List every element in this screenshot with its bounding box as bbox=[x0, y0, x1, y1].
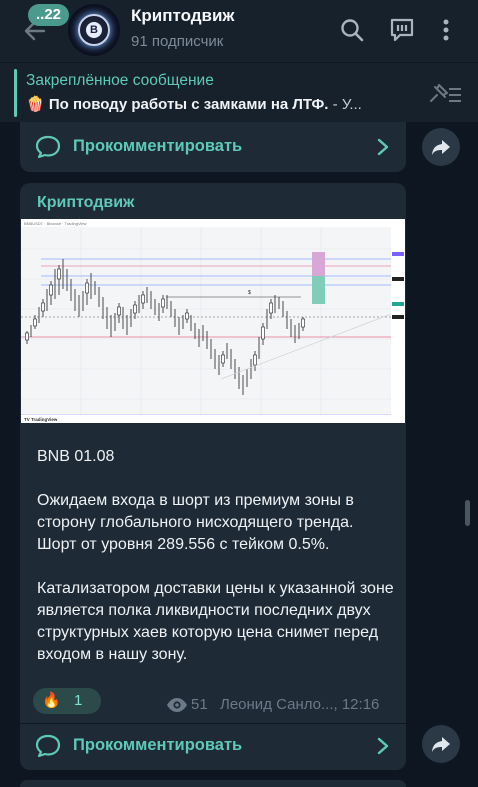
comment-bubble-icon bbox=[35, 734, 61, 758]
post-paragraph-3: Катализатором доставки цены к указанной … bbox=[37, 580, 394, 663]
popcorn-emoji: 🍿 bbox=[26, 96, 45, 113]
pinned-text-bold: По поводу работы с замками на ЛТФ. bbox=[48, 96, 329, 113]
svg-text:BNBUSDT · Binance · TradingVie: BNBUSDT · Binance · TradingView bbox=[24, 221, 87, 226]
trading-chart-image[interactable]: BNBUSDT · Binance · TradingView $ TV Tra… bbox=[21, 219, 405, 423]
view-count: 51 bbox=[191, 696, 208, 713]
fire-reaction[interactable]: 🔥 1 bbox=[33, 688, 101, 714]
views-eye-icon bbox=[167, 698, 187, 712]
channel-avatar[interactable]: B bbox=[68, 4, 120, 56]
fire-emoji: 🔥 bbox=[42, 692, 61, 709]
avatar-letter: B bbox=[86, 22, 102, 38]
reaction-count: 1 bbox=[74, 692, 83, 709]
search-icon[interactable] bbox=[338, 16, 366, 44]
share-arrow-icon bbox=[432, 140, 450, 155]
unread-badge: ..22 bbox=[28, 4, 70, 26]
post-comment-button[interactable]: Прокомментировать bbox=[20, 721, 406, 771]
post-bubble: Криптодвиж BNBUSDT · Binance · TradingVi… bbox=[20, 183, 406, 770]
post-signature-time: Леонид Санло..., 12:16 bbox=[220, 696, 380, 713]
comment-label: Прокомментировать bbox=[73, 137, 243, 155]
more-vertical-icon[interactable] bbox=[432, 16, 460, 44]
comment-label: Прокомментировать bbox=[73, 736, 243, 754]
pinned-message-bar[interactable]: Закреплённое сообщение 🍿 По поводу работ… bbox=[0, 62, 478, 122]
pinned-text-rest: - У... bbox=[328, 96, 362, 113]
post-paragraph-2: Ожидаем входа в шорт из премиум зоны в с… bbox=[37, 492, 354, 553]
chevron-right-icon bbox=[377, 138, 389, 156]
comments-icon[interactable] bbox=[388, 16, 416, 44]
share-button[interactable] bbox=[422, 725, 460, 763]
subscriber-count: 91 подписчик bbox=[131, 33, 224, 50]
comment-bubble-icon bbox=[35, 135, 61, 159]
post-paragraph-title: BNB 01.08 bbox=[37, 448, 115, 465]
candlestick-chart: BNBUSDT · Binance · TradingView $ TV Tra… bbox=[21, 219, 405, 423]
scrollbar-thumb[interactable] bbox=[465, 500, 470, 526]
channel-title[interactable]: Криптодвиж bbox=[131, 6, 235, 26]
pinned-indicator bbox=[14, 69, 17, 117]
pinned-title: Закреплённое сообщение bbox=[26, 72, 214, 89]
share-button-previous[interactable] bbox=[422, 128, 460, 166]
chat-header: ..22 B Криптодвиж 91 подписчик bbox=[0, 0, 478, 62]
post-author[interactable]: Криптодвиж bbox=[37, 194, 134, 212]
chevron-right-icon bbox=[377, 737, 389, 755]
previous-comment-button[interactable]: Прокомментировать bbox=[20, 122, 406, 172]
pinned-list-icon[interactable] bbox=[427, 81, 463, 107]
share-arrow-icon bbox=[432, 737, 450, 752]
svg-text:$: $ bbox=[248, 290, 251, 296]
chart-watermark: TV TradingView bbox=[24, 417, 58, 422]
next-post-bubble bbox=[20, 780, 406, 787]
previous-post-bubble: Прокомментировать bbox=[20, 122, 406, 172]
pinned-text: 🍿 По поводу работы с замками на ЛТФ. - У… bbox=[26, 95, 406, 113]
